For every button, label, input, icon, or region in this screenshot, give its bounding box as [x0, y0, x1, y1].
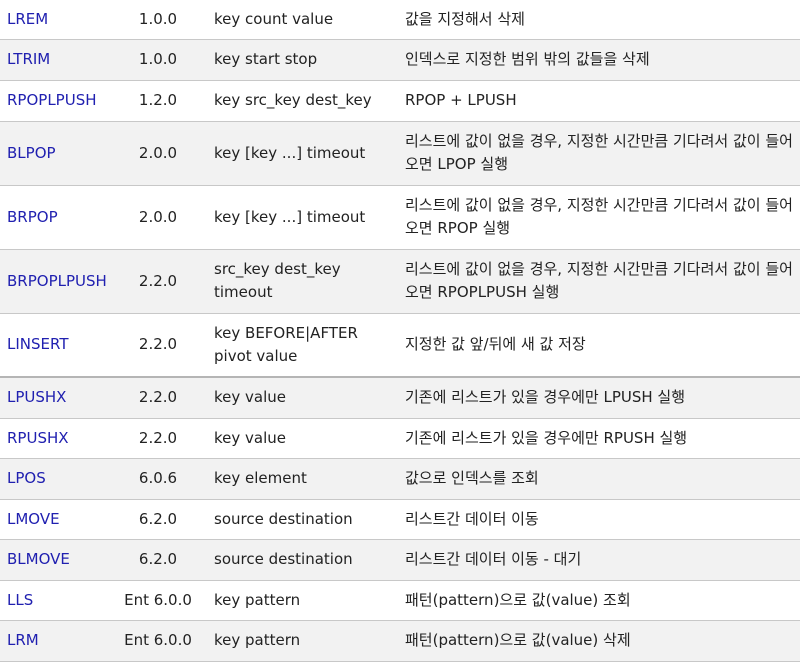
version-cell: 2.2.0 — [110, 418, 206, 459]
command-link-linsert[interactable]: LINSERT — [7, 335, 69, 353]
table-row-brpoplpush: BRPOPLPUSH 2.2.0 src_key dest_key timeou… — [0, 249, 800, 314]
table-row-ltrim: LTRIM 1.0.0 key start stop 인덱스로 지정한 범위 밖… — [0, 39, 800, 81]
command-cell: LRM — [0, 620, 110, 662]
command-cell: RPUSHX — [0, 418, 110, 459]
description-cell: 리스트에 값이 없을 경우, 지정한 시간만큼 기다려서 값이 들어오면 RPO… — [392, 185, 800, 250]
syntax-cell: key start stop — [206, 39, 392, 81]
command-cell: RPOPLPUSH — [0, 80, 110, 122]
command-cell: BLMOVE — [0, 539, 110, 581]
version-cell: 2.0.0 — [110, 121, 206, 186]
command-cell: LPUSHX — [0, 377, 110, 419]
syntax-cell: source destination — [206, 539, 392, 581]
table-row-lpushx: LPUSHX 2.2.0 key value 기존에 리스트가 있을 경우에만 … — [0, 377, 800, 419]
syntax-cell: key pattern — [206, 580, 392, 621]
version-cell: Ent 6.0.0 — [110, 580, 206, 621]
command-cell: LMOVE — [0, 499, 110, 540]
version-cell: 1.0.0 — [110, 0, 206, 40]
command-cell: BRPOPLPUSH — [0, 249, 110, 314]
command-link-lpushx[interactable]: LPUSHX — [7, 388, 66, 406]
command-link-lmove[interactable]: LMOVE — [7, 510, 60, 528]
description-cell: 값으로 인덱스를 조회 — [392, 458, 800, 500]
description-cell: 리스트에 값이 없을 경우, 지정한 시간만큼 기다려서 값이 들어오면 LPO… — [392, 121, 800, 186]
command-cell: LPOS — [0, 458, 110, 500]
syntax-cell: key [key ...] timeout — [206, 121, 392, 186]
version-cell: 6.0.6 — [110, 458, 206, 500]
description-cell: 리스트간 데이터 이동 - 대기 — [392, 539, 800, 581]
syntax-cell: key src_key dest_key — [206, 80, 392, 122]
command-cell: BLPOP — [0, 121, 110, 186]
description-cell: 지정한 값 앞/뒤에 새 값 저장 — [392, 313, 800, 378]
command-cell: BRPOP — [0, 185, 110, 250]
table-row-blmove: BLMOVE 6.2.0 source destination 리스트간 데이터… — [0, 539, 800, 581]
command-link-brpop[interactable]: BRPOP — [7, 208, 58, 226]
version-cell: 6.2.0 — [110, 499, 206, 540]
version-cell: 2.0.0 — [110, 185, 206, 250]
syntax-cell: key element — [206, 458, 392, 500]
table-row-lrm: LRM Ent 6.0.0 key pattern 패턴(pattern)으로 … — [0, 620, 800, 662]
description-cell: 기존에 리스트가 있을 경우에만 LPUSH 실행 — [392, 377, 800, 419]
commands-table-body: LREM 1.0.0 key count value 값을 지정해서 삭제 LT… — [0, 0, 800, 662]
version-cell: 2.2.0 — [110, 377, 206, 419]
command-cell: LREM — [0, 0, 110, 40]
syntax-cell: key count value — [206, 0, 392, 40]
syntax-cell: key value — [206, 418, 392, 459]
command-link-lpos[interactable]: LPOS — [7, 469, 46, 487]
version-cell: 1.2.0 — [110, 80, 206, 122]
command-cell: LTRIM — [0, 39, 110, 81]
description-cell: 리스트에 값이 없을 경우, 지정한 시간만큼 기다려서 값이 들어오면 RPO… — [392, 249, 800, 314]
command-link-lrm[interactable]: LRM — [7, 631, 39, 649]
version-cell: 1.0.0 — [110, 39, 206, 81]
table-row-rpoplpush: RPOPLPUSH 1.2.0 key src_key dest_key RPO… — [0, 80, 800, 122]
table-row-brpop: BRPOP 2.0.0 key [key ...] timeout 리스트에 값… — [0, 185, 800, 250]
command-link-blmove[interactable]: BLMOVE — [7, 550, 70, 568]
syntax-cell: key BEFORE|AFTER pivot value — [206, 313, 392, 378]
commands-table: LREM 1.0.0 key count value 값을 지정해서 삭제 LT… — [0, 0, 800, 662]
version-cell: 6.2.0 — [110, 539, 206, 581]
syntax-cell: key value — [206, 377, 392, 419]
command-link-rpushx[interactable]: RPUSHX — [7, 429, 69, 447]
command-cell: LLS — [0, 580, 110, 621]
command-link-lls[interactable]: LLS — [7, 591, 33, 609]
description-cell: 기존에 리스트가 있을 경우에만 RPUSH 실행 — [392, 418, 800, 459]
table-row-lmove: LMOVE 6.2.0 source destination 리스트간 데이터 … — [0, 499, 800, 540]
description-cell: RPOP + LPUSH — [392, 80, 800, 122]
table-row-lpos: LPOS 6.0.6 key element 값으로 인덱스를 조회 — [0, 458, 800, 500]
command-link-ltrim[interactable]: LTRIM — [7, 50, 50, 68]
version-cell: 2.2.0 — [110, 249, 206, 314]
command-link-blpop[interactable]: BLPOP — [7, 144, 56, 162]
table-row-linsert: LINSERT 2.2.0 key BEFORE|AFTER pivot val… — [0, 313, 800, 378]
command-link-rpoplpush[interactable]: RPOPLPUSH — [7, 91, 97, 109]
table-row-lrem: LREM 1.0.0 key count value 값을 지정해서 삭제 — [0, 0, 800, 40]
syntax-cell: source destination — [206, 499, 392, 540]
version-cell: Ent 6.0.0 — [110, 620, 206, 662]
description-cell: 리스트간 데이터 이동 — [392, 499, 800, 540]
command-link-brpoplpush[interactable]: BRPOPLPUSH — [7, 272, 107, 290]
syntax-cell: key [key ...] timeout — [206, 185, 392, 250]
description-cell: 패턴(pattern)으로 값(value) 삭제 — [392, 620, 800, 662]
description-cell: 패턴(pattern)으로 값(value) 조회 — [392, 580, 800, 621]
command-link-lrem[interactable]: LREM — [7, 10, 48, 28]
table-row-rpushx: RPUSHX 2.2.0 key value 기존에 리스트가 있을 경우에만 … — [0, 418, 800, 459]
description-cell: 값을 지정해서 삭제 — [392, 0, 800, 40]
table-row-blpop: BLPOP 2.0.0 key [key ...] timeout 리스트에 값… — [0, 121, 800, 186]
version-cell: 2.2.0 — [110, 313, 206, 378]
syntax-cell: key pattern — [206, 620, 392, 662]
description-cell: 인덱스로 지정한 범위 밖의 값들을 삭제 — [392, 39, 800, 81]
table-row-lls: LLS Ent 6.0.0 key pattern 패턴(pattern)으로 … — [0, 580, 800, 621]
syntax-cell: src_key dest_key timeout — [206, 249, 392, 314]
command-cell: LINSERT — [0, 313, 110, 378]
